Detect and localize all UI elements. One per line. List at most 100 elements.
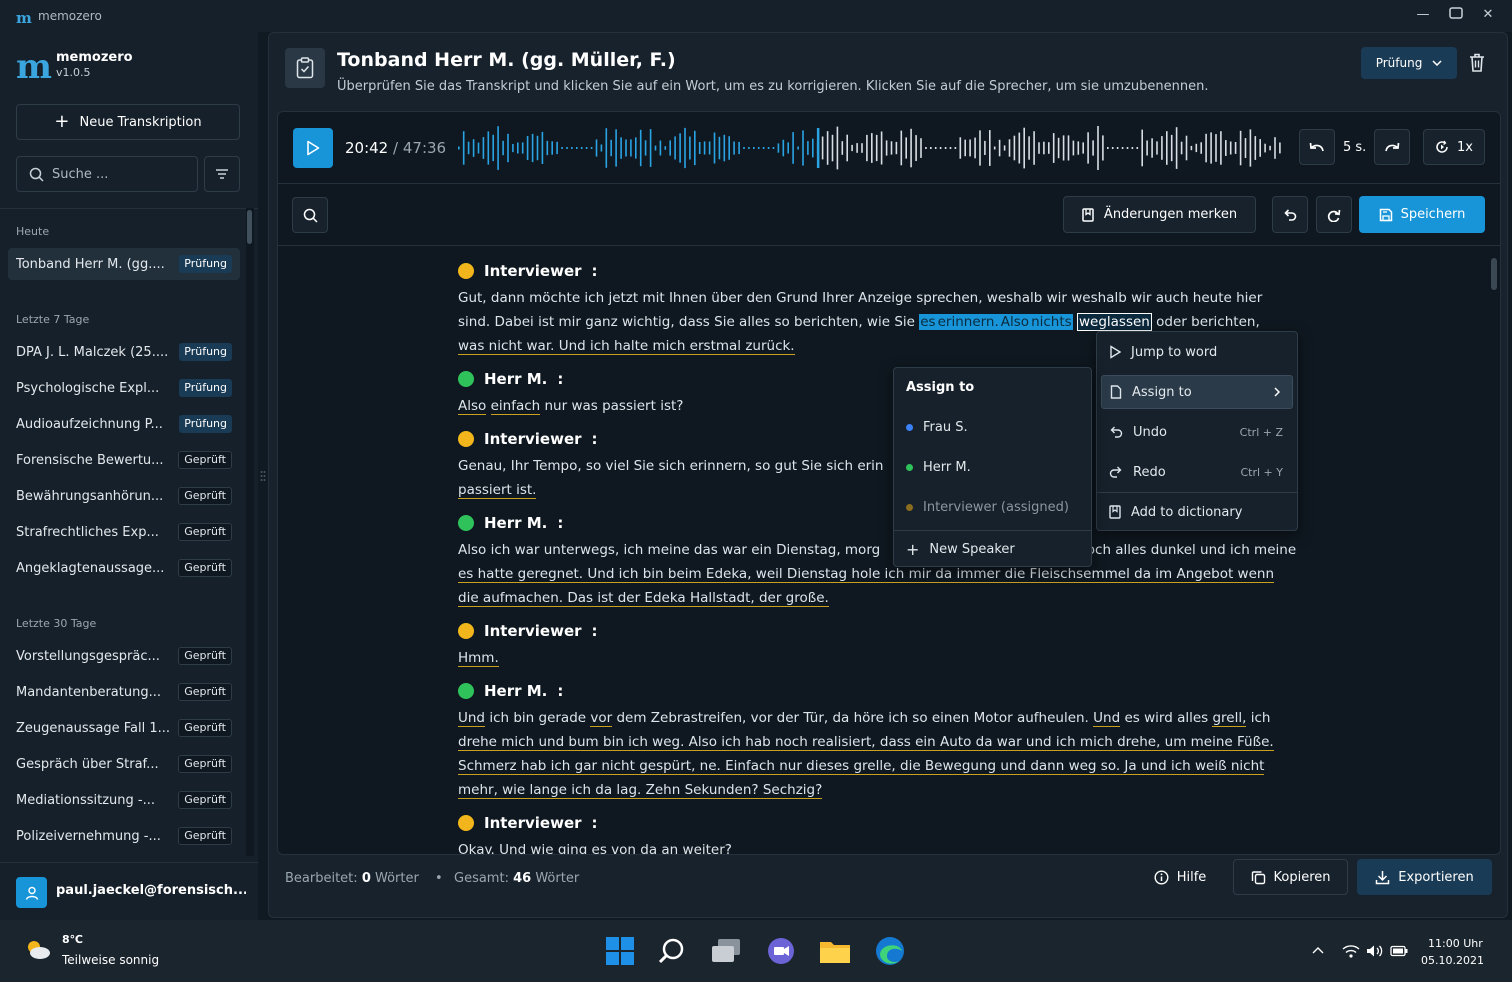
selected-word[interactable]: es xyxy=(919,314,937,330)
sidebar-scrollbar[interactable] xyxy=(246,208,254,856)
list-item[interactable]: DPA J. L. Malczek (25.... Prüfung xyxy=(8,336,240,368)
list-item[interactable]: Vorstellungsgespräc... Geprüft xyxy=(8,640,240,672)
minimize-icon[interactable]: — xyxy=(1414,7,1432,25)
skip-back-button[interactable] xyxy=(1299,129,1335,165)
transcript-paragraph[interactable]: Also einfach nur was passiert ist? xyxy=(458,394,683,418)
list-item[interactable]: Angeklagtenaussage... Geprüft xyxy=(8,552,240,584)
track-changes-button[interactable]: Änderungen merken xyxy=(1063,196,1256,233)
search-input[interactable]: Suche ... xyxy=(16,156,198,192)
transcript-paragraph[interactable]: Also ich war unterwegs, ich meine das wa… xyxy=(458,538,1296,610)
transcript-scrollbar[interactable] xyxy=(1491,246,1499,852)
waveform-bar xyxy=(792,132,794,164)
list-item[interactable]: Psychologische Expl... Prüfung xyxy=(8,372,240,404)
chevron-up-icon[interactable] xyxy=(1312,946,1324,954)
menu-item-assign-to[interactable]: Assign to xyxy=(1101,375,1293,409)
sidebar-scroll-thumb[interactable] xyxy=(247,210,252,244)
maximize-icon[interactable] xyxy=(1447,7,1465,25)
speaker-label[interactable]: Interviewer: xyxy=(458,622,598,640)
brand-logo-icon: m xyxy=(16,47,52,87)
status-badge: Geprüft xyxy=(178,647,232,665)
speaker-label[interactable]: Interviewer: xyxy=(458,430,598,448)
clock-date[interactable]: 05.10.2021 xyxy=(1421,954,1484,967)
plus-icon: + xyxy=(54,111,70,132)
list-item[interactable]: Strafrechtliches Exp... Geprüft xyxy=(8,516,240,548)
waveform-bar xyxy=(1052,133,1055,163)
transcript-paragraph[interactable]: Und ich bin gerade vor dem Zebrastreifen… xyxy=(458,706,1274,802)
speaker-option[interactable]: Herr M. xyxy=(906,460,971,475)
new-speaker-button[interactable]: + New Speaker xyxy=(906,540,1015,559)
speaker-option: Interviewer (assigned) xyxy=(906,500,1069,515)
user-profile[interactable]: paul.jaeckel@forensisch... xyxy=(0,862,258,920)
speaker-label[interactable]: Herr M.: xyxy=(458,682,563,700)
menu-item-undo[interactable]: Undo Ctrl + Z xyxy=(1101,415,1293,449)
waveform-bar xyxy=(531,133,534,163)
file-explorer-icon[interactable] xyxy=(818,934,852,968)
menu-item-jump-to-word[interactable]: Jump to word xyxy=(1101,335,1293,369)
list-item[interactable]: Mediationssitzung -... Geprüft xyxy=(8,784,240,816)
close-icon[interactable]: ✕ xyxy=(1479,7,1497,25)
transcript-paragraph[interactable]: Hmm. xyxy=(458,646,499,670)
speaker-label[interactable]: Interviewer: xyxy=(458,814,598,832)
edge-browser-icon[interactable] xyxy=(873,934,907,968)
list-item[interactable]: Forensische Bewertu... Geprüft xyxy=(8,444,240,476)
panel-splitter[interactable] xyxy=(258,32,268,920)
task-view-icon[interactable] xyxy=(709,934,743,968)
skip-forward-button[interactable] xyxy=(1374,129,1410,165)
new-transcription-button[interactable]: + Neue Transkription xyxy=(16,104,240,140)
list-item[interactable]: Tonband Herr M. (gg.... Prüfung xyxy=(8,248,240,280)
teams-chat-icon[interactable] xyxy=(764,934,798,968)
battery-icon[interactable] xyxy=(1390,945,1408,957)
menu-item-redo[interactable]: Redo Ctrl + Y xyxy=(1101,455,1293,489)
volume-icon[interactable] xyxy=(1366,944,1384,958)
undo-button[interactable] xyxy=(1272,196,1308,233)
status-badge: Geprüft xyxy=(178,755,232,773)
play-button[interactable] xyxy=(293,128,333,168)
menu-item-add-to-dictionary[interactable]: Add to dictionary xyxy=(1101,495,1293,529)
speaker-label[interactable]: Interviewer: xyxy=(458,262,598,280)
selected-word[interactable]: Also xyxy=(999,314,1031,330)
editor-footer: Bearbeitet: 0 Wörter • Gesamt: 46 Wörter… xyxy=(269,855,1509,919)
list-item[interactable]: Gespräch über Straf... Geprüft xyxy=(8,748,240,780)
save-button[interactable]: Speichern xyxy=(1359,196,1485,233)
speaker-label[interactable]: Herr M.: xyxy=(458,370,563,388)
find-button[interactable] xyxy=(292,197,328,233)
waveform[interactable] xyxy=(458,124,1284,172)
speaker-dot xyxy=(458,515,474,531)
page-title[interactable]: Tonband Herr M. (gg. Müller, F.) xyxy=(337,49,676,71)
waveform-bar xyxy=(1048,142,1050,154)
transcript-paragraph[interactable]: Okay. Und wie ging es von da an weiter? xyxy=(458,838,732,854)
waveform-bar xyxy=(674,136,676,160)
waveform-bar xyxy=(1111,147,1114,149)
transcript-paragraph[interactable]: Genau, Ihr Tempo, so viel Sie sich erinn… xyxy=(458,454,883,502)
filter-button[interactable] xyxy=(204,156,240,192)
focused-word[interactable]: weglassen xyxy=(1076,313,1152,331)
selected-word[interactable]: nichts xyxy=(1030,314,1073,330)
speaker-dot xyxy=(458,683,474,699)
speaker-dot xyxy=(458,431,474,447)
clock-time[interactable]: 11:00 Uhr xyxy=(1428,937,1483,950)
waveform-bar xyxy=(1116,147,1119,149)
speed-button[interactable]: 1x xyxy=(1423,129,1485,165)
playhead[interactable] xyxy=(816,128,820,168)
list-item[interactable]: Audioaufzeichnung P... Prüfung xyxy=(8,408,240,440)
transcript-scroll-thumb[interactable] xyxy=(1491,258,1497,290)
redo-button[interactable] xyxy=(1316,196,1352,233)
undo-icon xyxy=(1284,208,1297,221)
list-item[interactable]: Zeugenaussage Fall 1... Geprüft xyxy=(8,712,240,744)
taskbar-search-icon[interactable] xyxy=(655,934,689,968)
trash-icon[interactable] xyxy=(1467,51,1487,75)
copy-button[interactable]: Kopieren xyxy=(1233,859,1348,895)
status-dropdown[interactable]: Prüfung xyxy=(1361,47,1457,79)
windows-start-icon[interactable] xyxy=(603,934,637,968)
speaker-option[interactable]: Frau S. xyxy=(906,420,968,435)
wifi-icon[interactable] xyxy=(1342,944,1360,958)
speaker-label[interactable]: Herr M.: xyxy=(458,514,563,532)
help-button[interactable]: Hilfe xyxy=(1145,859,1215,895)
list-item[interactable]: Bewährungsanhörun... Geprüft xyxy=(8,480,240,512)
selected-word[interactable]: erinnern. xyxy=(936,314,1000,330)
list-item[interactable]: Mandantenberatung... Geprüft xyxy=(8,676,240,708)
export-button[interactable]: Exportieren xyxy=(1357,859,1492,895)
waveform-bar xyxy=(472,139,475,157)
waveform-bar xyxy=(595,139,598,157)
list-item[interactable]: Polizeivernehmung -... Geprüft xyxy=(8,820,240,852)
